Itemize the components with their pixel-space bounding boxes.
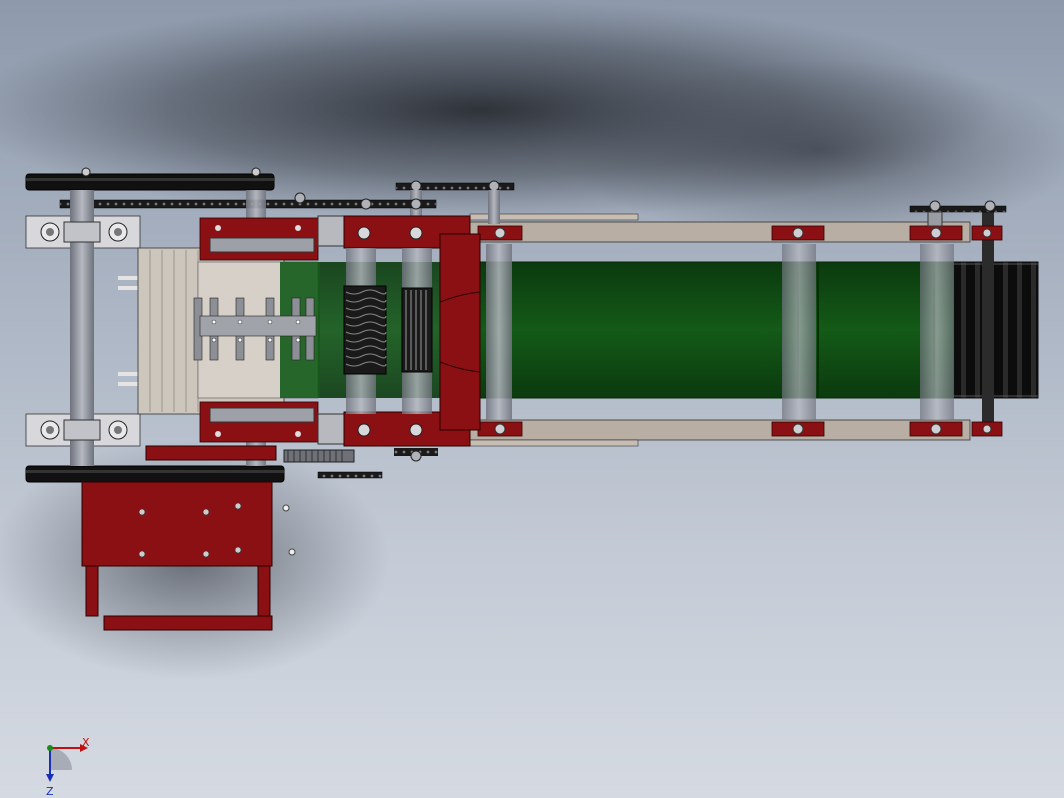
feed-hopper[interactable] [137, 247, 320, 415]
coordinate-triad: X Z [46, 736, 90, 798]
z-axis-label: Z [46, 785, 54, 798]
x-axis-label: X [82, 736, 90, 749]
cad-viewport[interactable]: X Z [0, 0, 1064, 798]
discharge-chute[interactable] [439, 233, 481, 431]
end-roller-rack [953, 261, 1039, 399]
